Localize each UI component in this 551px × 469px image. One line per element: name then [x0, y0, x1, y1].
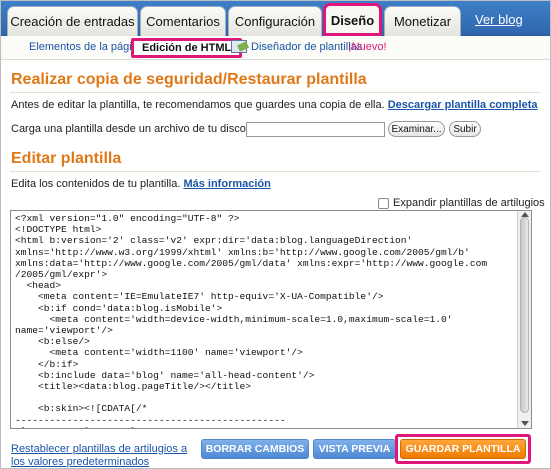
view-blog-link[interactable]: Ver blog	[475, 12, 523, 27]
edit-intro-text: Edita los contenidos de tu plantilla.	[11, 178, 181, 190]
scrollbar-thumb[interactable]	[520, 217, 529, 413]
tab-diseno[interactable]: Diseño	[323, 3, 382, 36]
upload-label: Carga una plantilla desde un archivo de …	[11, 123, 274, 135]
tab-label: Configuración	[234, 14, 316, 29]
tab-configuracion[interactable]: Configuración	[228, 6, 322, 36]
tab-comentarios[interactable]: Comentarios	[140, 6, 226, 36]
download-template-link[interactable]: Descargar plantilla completa	[388, 99, 538, 111]
backup-intro-text: Antes de editar la plantilla, te recomen…	[11, 99, 385, 111]
backup-section-title: Realizar copia de seguridad/Restaurar pl…	[11, 71, 367, 88]
new-badge: ¡Nuevo!	[348, 41, 387, 53]
file-path-field[interactable]	[246, 122, 385, 137]
backup-intro: Antes de editar la plantilla, te recomen…	[11, 99, 537, 111]
section-divider	[10, 171, 541, 172]
subnav-page-elements[interactable]: Elementos de la página	[29, 41, 144, 53]
edit-section-title: Editar plantilla	[11, 150, 122, 167]
restore-widgets-link[interactable]: Restablecer plantillas de artilugios a l…	[11, 443, 201, 469]
more-info-link[interactable]: Más información	[183, 178, 270, 190]
tab-label: Diseño	[330, 13, 375, 28]
template-code-editor[interactable]: <?xml version="1.0" encoding="UTF-8" ?> …	[10, 210, 532, 429]
subnav-edit-html[interactable]: Edición de HTML	[131, 38, 243, 58]
clear-changes-button[interactable]: BORRAR CAMBIOS	[201, 439, 309, 459]
edit-intro: Edita los contenidos de tu plantilla. Má…	[11, 178, 271, 190]
tab-creacion-entradas[interactable]: Creación de entradas	[7, 6, 138, 36]
top-nav-bar: Creación de entradas Comentarios Configu…	[0, 0, 551, 36]
design-subnav: Elementos de la página Edición de HTML D…	[0, 36, 551, 60]
subnav-template-designer[interactable]: Diseñador de plantillas	[251, 41, 362, 53]
tab-label: Monetizar	[393, 14, 452, 29]
tab-label: Comentarios	[146, 14, 220, 29]
section-divider	[10, 92, 541, 93]
expand-widgets-checkbox[interactable]	[378, 198, 389, 209]
editor-scrollbar[interactable]	[517, 211, 531, 428]
upload-button[interactable]: Subir	[449, 121, 481, 137]
tab-label: Creación de entradas	[10, 14, 135, 29]
browse-button[interactable]: Examinar...	[388, 121, 445, 137]
tab-monetizar[interactable]: Monetizar	[384, 6, 461, 36]
scroll-down-icon[interactable]	[521, 421, 529, 426]
template-code[interactable]: <?xml version="1.0" encoding="UTF-8" ?> …	[15, 213, 515, 428]
save-template-button[interactable]: GUARDAR PLANTILLA	[400, 439, 526, 459]
preview-button[interactable]: VISTA PREVIA	[313, 439, 396, 459]
expand-widgets-label: Expandir plantillas de artilugios	[393, 197, 545, 209]
template-designer-icon	[231, 40, 247, 53]
